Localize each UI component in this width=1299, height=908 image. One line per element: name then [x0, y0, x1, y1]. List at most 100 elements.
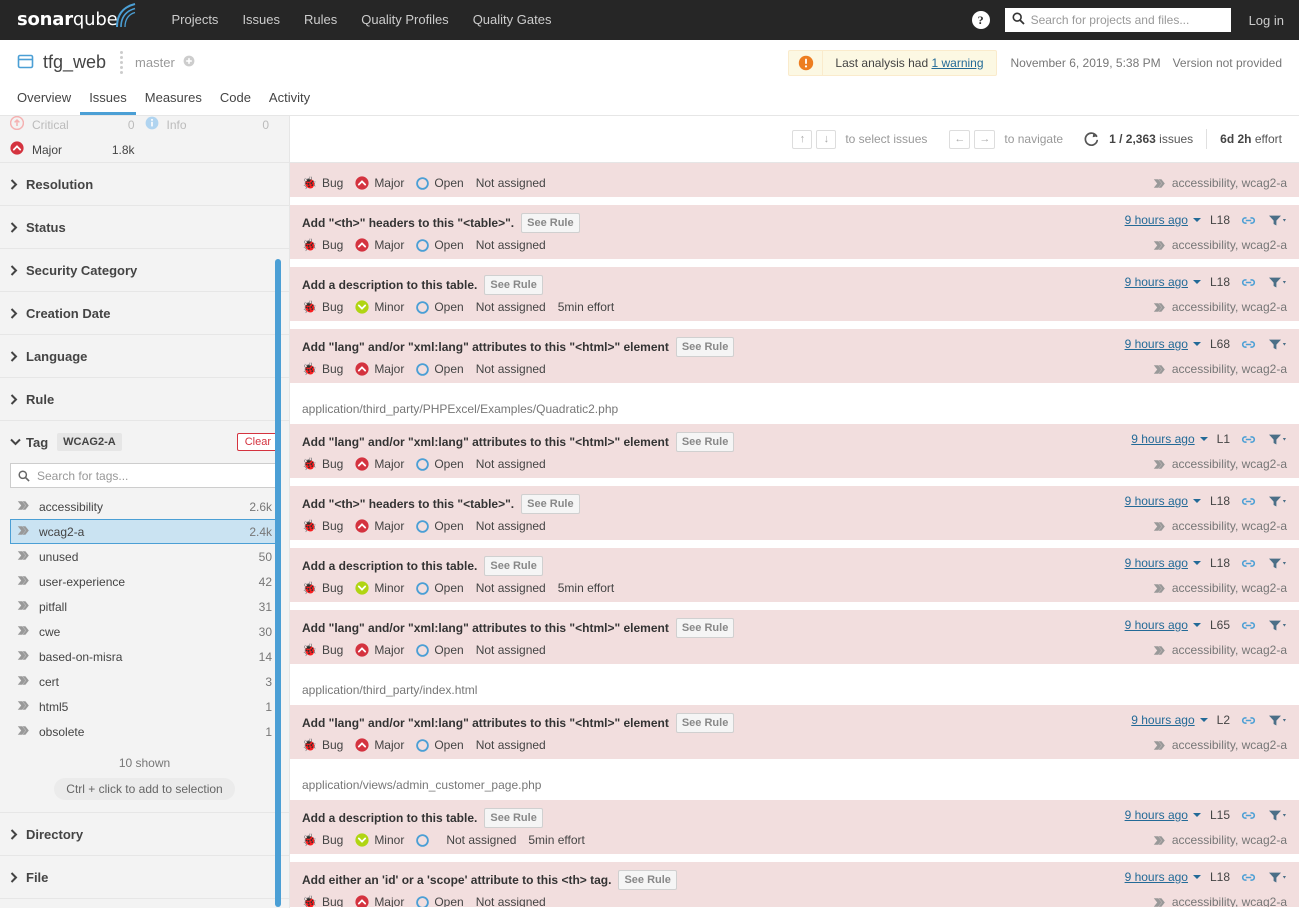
issue-type[interactable]: 🐞 Bug	[302, 238, 343, 252]
issue-message[interactable]: Add "lang" and/or "xml:lang" attributes …	[302, 337, 735, 357]
permalink-icon[interactable]	[1241, 619, 1256, 632]
issue-assignee[interactable]: Not assigned	[476, 738, 546, 752]
issue-time[interactable]: 9 hours ago	[1125, 275, 1188, 289]
issue-severity[interactable]: Major	[355, 643, 404, 657]
issue-row[interactable]: Add "lang" and/or "xml:lang" attributes …	[290, 329, 1299, 383]
tag-item-obsolete[interactable]: obsolete 1	[10, 719, 279, 744]
issue-status[interactable]: Open	[416, 238, 464, 252]
issue-message[interactable]: Add either an 'id' or a 'scope' attribut…	[302, 870, 677, 890]
issue-message[interactable]: Add "<th>" headers to this "<table>". See…	[302, 213, 580, 233]
issue-row[interactable]: Add a description to this table. See Rule…	[290, 800, 1299, 854]
facet-creation-date[interactable]: Creation Date	[0, 291, 289, 334]
issue-row[interactable]: 🐞 Bug Major Open Not assigned accessibil…	[290, 163, 1299, 197]
issue-time[interactable]: 9 hours ago	[1125, 808, 1188, 822]
see-rule-button[interactable]: See Rule	[521, 213, 580, 233]
issue-assignee[interactable]: Not assigned	[476, 238, 546, 252]
see-rule-button[interactable]: See Rule	[675, 337, 735, 357]
issue-assignee[interactable]: Not assigned	[476, 581, 546, 595]
filter-icon[interactable]	[1268, 214, 1287, 227]
see-rule-button[interactable]: See Rule	[675, 618, 735, 638]
reload-icon[interactable]	[1083, 131, 1100, 148]
severity-info[interactable]: Info 0	[145, 116, 280, 137]
see-rule-button[interactable]: See Rule	[521, 494, 580, 514]
issue-time[interactable]: 9 hours ago	[1125, 618, 1188, 632]
filter-icon[interactable]	[1268, 557, 1287, 570]
sonarqube-logo[interactable]: sonarqube	[17, 2, 137, 32]
issue-status[interactable]: Open	[416, 581, 464, 595]
facet-security-category[interactable]: Security Category	[0, 248, 289, 291]
tag-item-cert[interactable]: cert 3	[10, 669, 279, 694]
issue-assignee[interactable]: Not assigned	[476, 895, 546, 907]
issue-severity[interactable]: Major	[355, 457, 404, 471]
issue-type[interactable]: 🐞 Bug	[302, 895, 343, 907]
issue-row[interactable]: Add "lang" and/or "xml:lang" attributes …	[290, 705, 1299, 759]
filter-icon[interactable]	[1268, 276, 1287, 289]
see-rule-button[interactable]: See Rule	[484, 556, 543, 576]
issue-tags[interactable]: accessibility, wcag2-a	[1153, 581, 1287, 595]
permalink-icon[interactable]	[1241, 871, 1256, 884]
issue-row[interactable]: Add "lang" and/or "xml:lang" attributes …	[290, 610, 1299, 664]
see-rule-button[interactable]: See Rule	[484, 275, 543, 295]
facet-language[interactable]: Language	[0, 334, 289, 377]
issue-severity[interactable]: Minor	[355, 581, 404, 595]
issue-assignee[interactable]: Not assigned	[446, 833, 516, 847]
issue-tags[interactable]: accessibility, wcag2-a	[1153, 895, 1287, 907]
chevron-down-icon[interactable]	[1199, 718, 1208, 722]
issue-row[interactable]: Add "lang" and/or "xml:lang" attributes …	[290, 424, 1299, 478]
permalink-icon[interactable]	[1241, 338, 1256, 351]
issue-row[interactable]: Add either an 'id' or a 'scope' attribut…	[290, 862, 1299, 907]
issue-tags[interactable]: accessibility, wcag2-a	[1153, 176, 1287, 190]
chevron-down-icon[interactable]	[1192, 875, 1201, 879]
issue-type[interactable]: 🐞 Bug	[302, 362, 343, 376]
issue-status[interactable]: Open	[416, 362, 464, 376]
issue-severity[interactable]: Minor	[355, 833, 404, 847]
issue-type[interactable]: 🐞 Bug	[302, 300, 343, 314]
issue-message[interactable]: Add a description to this table. See Rule	[302, 556, 543, 576]
issue-status[interactable]: Open	[416, 738, 464, 752]
facet-file[interactable]: File	[0, 855, 289, 898]
issue-time[interactable]: 9 hours ago	[1125, 556, 1188, 570]
issue-severity[interactable]: Major	[355, 895, 404, 907]
filter-icon[interactable]	[1268, 871, 1287, 884]
issue-severity[interactable]: Major	[355, 519, 404, 533]
issue-type[interactable]: 🐞 Bug	[302, 519, 343, 533]
issue-row[interactable]: Add a description to this table. See Rule…	[290, 267, 1299, 321]
issue-severity[interactable]: Major	[355, 738, 404, 752]
facet-directory[interactable]: Directory	[0, 812, 289, 855]
permalink-icon[interactable]	[1241, 276, 1256, 289]
filter-icon[interactable]	[1268, 619, 1287, 632]
issue-message[interactable]: Add "lang" and/or "xml:lang" attributes …	[302, 618, 735, 638]
chevron-down-icon[interactable]	[1199, 437, 1208, 441]
issue-row[interactable]: Add "<th>" headers to this "<table>". See…	[290, 205, 1299, 259]
chevron-down-icon[interactable]	[1192, 280, 1201, 284]
chevron-down-icon[interactable]	[1192, 218, 1201, 222]
issue-tags[interactable]: accessibility, wcag2-a	[1153, 457, 1287, 471]
issue-message[interactable]: Add a description to this table. See Rule	[302, 808, 543, 828]
filter-icon[interactable]	[1268, 714, 1287, 727]
tag-search-input[interactable]	[37, 468, 271, 483]
file-path-header[interactable]: application/third_party/index.html	[290, 672, 1299, 705]
help-icon[interactable]: ?	[971, 11, 990, 29]
issue-time[interactable]: 9 hours ago	[1125, 494, 1188, 508]
filter-icon[interactable]	[1268, 495, 1287, 508]
severity-critical[interactable]: Critical 0	[9, 116, 145, 137]
tag-search-box[interactable]	[10, 463, 279, 488]
issue-message[interactable]: Add "lang" and/or "xml:lang" attributes …	[302, 432, 735, 452]
issue-message[interactable]: Add "<th>" headers to this "<table>". See…	[302, 494, 580, 514]
issue-time[interactable]: 9 hours ago	[1131, 432, 1194, 446]
login-link[interactable]: Log in	[1249, 13, 1289, 28]
chevron-down-icon[interactable]	[1192, 499, 1201, 503]
chevron-down-icon[interactable]	[1192, 623, 1201, 627]
facet-status[interactable]: Status	[0, 205, 289, 248]
permalink-icon[interactable]	[1241, 809, 1256, 822]
nav-link-rules[interactable]: Rules	[292, 0, 349, 40]
facet-rule[interactable]: Rule	[0, 377, 289, 420]
issue-assignee[interactable]: Not assigned	[476, 519, 546, 533]
tab-activity[interactable]: Activity	[260, 90, 319, 115]
issue-type[interactable]: 🐞 Bug	[302, 176, 343, 190]
issue-assignee[interactable]: Not assigned	[476, 643, 546, 657]
global-search[interactable]	[1004, 8, 1231, 32]
see-rule-button[interactable]: See Rule	[484, 808, 543, 828]
warning-link[interactable]: 1 warning	[931, 56, 983, 70]
issue-tags[interactable]: accessibility, wcag2-a	[1153, 238, 1287, 252]
